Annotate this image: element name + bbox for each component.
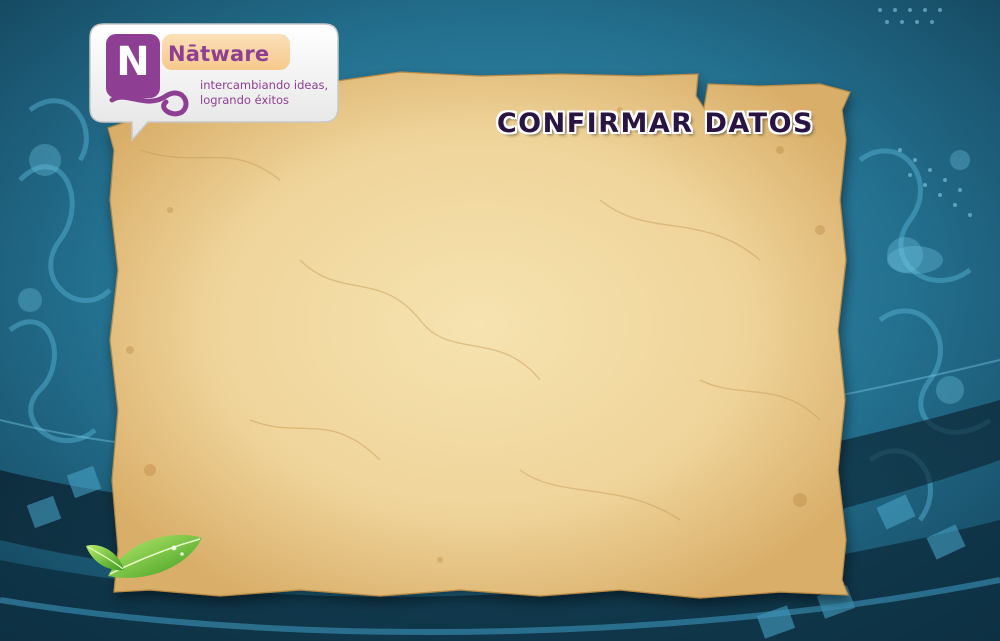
page-title: CONFIRMAR DATOS (496, 108, 814, 139)
logo-letter: N (116, 39, 150, 85)
tagline-line-2: logrando éxitos (200, 93, 289, 107)
brand-name: Nātware (168, 42, 270, 66)
leaves-icon (86, 534, 202, 578)
natware-logo[interactable]: N Nātware intercambiando ideas, logrando… (86, 20, 342, 144)
tagline-line-1: intercambiando ideas, (200, 78, 329, 92)
brand-tagline: intercambiando ideas, logrando éxitos (200, 78, 338, 108)
